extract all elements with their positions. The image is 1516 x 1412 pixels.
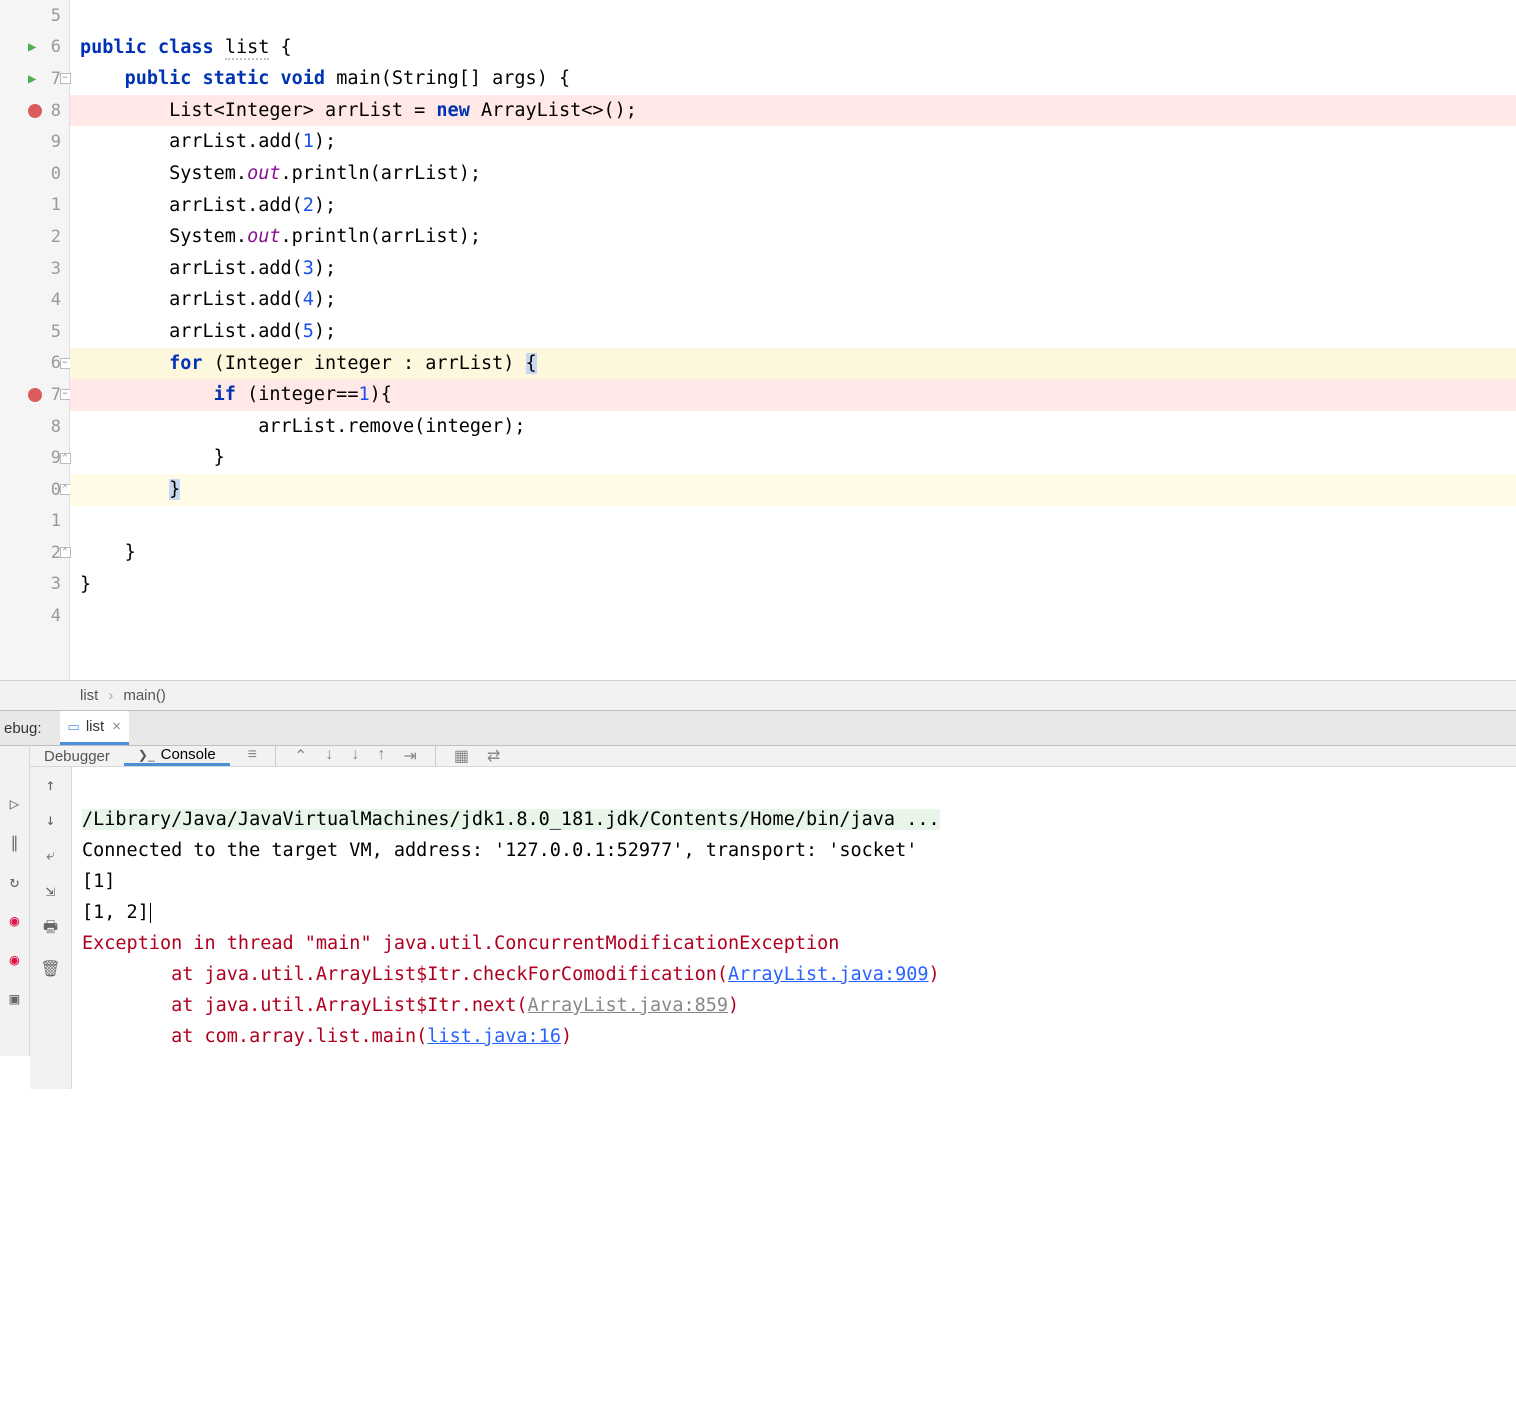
resume-icon[interactable]: ▷ bbox=[10, 794, 20, 813]
restart-icon[interactable]: ↻ bbox=[10, 872, 20, 891]
run-to-cursor-icon[interactable]: ⇥ bbox=[403, 746, 416, 766]
close-icon[interactable]: × bbox=[112, 718, 121, 735]
step-over-icon[interactable]: ⌃ bbox=[294, 746, 307, 766]
fold-icon[interactable]: − bbox=[60, 389, 71, 400]
line-number: 4 bbox=[51, 290, 61, 310]
step-into-icon[interactable]: ↓ bbox=[325, 746, 333, 766]
fold-close-icon[interactable]: ⌃ bbox=[60, 453, 71, 464]
breakpoints-icon[interactable]: ◉ bbox=[10, 950, 20, 969]
tab-console[interactable]: ❯_Console bbox=[124, 746, 230, 766]
line-number: 0 bbox=[51, 164, 61, 184]
fold-icon[interactable]: − bbox=[60, 358, 71, 369]
line-number: 1 bbox=[51, 195, 61, 215]
debug-tab-label: list bbox=[86, 718, 104, 735]
fold-close-icon[interactable]: ⌃ bbox=[60, 547, 71, 558]
gutter[interactable]: 5 ▶6 ▶7− 8 9 0 1 2 3 4 5 6− 7− 8 9⌃ 0💡⌃ … bbox=[0, 0, 70, 680]
threads-icon[interactable]: ≡ bbox=[248, 746, 257, 766]
debug-tabs: Debugger ❯_Console ≡ ⌃ ↓ ↓ ↑ ⇥ ▦ ⇄ bbox=[30, 746, 1516, 767]
tab-debugger[interactable]: Debugger bbox=[30, 746, 124, 766]
application-icon: ▭ bbox=[68, 719, 80, 735]
run-icon[interactable]: ▶ bbox=[28, 39, 36, 55]
scroll-icon[interactable]: ⇲ bbox=[46, 881, 56, 900]
camera-icon[interactable]: ▣ bbox=[10, 989, 20, 1008]
up-icon[interactable]: ↑ bbox=[46, 775, 56, 794]
evaluate-icon[interactable]: ▦ bbox=[454, 746, 469, 766]
breadcrumb-item[interactable]: list bbox=[80, 687, 98, 704]
run-icon[interactable]: ▶ bbox=[28, 71, 36, 87]
stacktrace-link[interactable]: ArrayList.java:909 bbox=[728, 964, 928, 985]
chevron-right-icon: › bbox=[108, 687, 113, 704]
line-number: 2 bbox=[51, 227, 61, 247]
line-number: 6 bbox=[51, 37, 61, 57]
line-number: 9 bbox=[51, 132, 61, 152]
java-command: /Library/Java/JavaVirtualMachines/jdk1.8… bbox=[82, 809, 940, 830]
stdout: [1] bbox=[82, 871, 115, 892]
stacktrace-link[interactable]: ArrayList.java:859 bbox=[528, 995, 728, 1016]
console-output[interactable]: /Library/Java/JavaVirtualMachines/jdk1.8… bbox=[72, 767, 1516, 1089]
step-out-icon[interactable]: ↑ bbox=[377, 746, 385, 766]
line-number: 3 bbox=[51, 574, 61, 594]
down-icon[interactable]: ↓ bbox=[46, 810, 56, 829]
fold-close-icon[interactable]: ⌃ bbox=[60, 484, 71, 495]
debug-label: ebug: bbox=[4, 720, 60, 737]
debug-config-tab[interactable]: ▭ list × bbox=[60, 711, 129, 745]
line-number: 4 bbox=[51, 606, 61, 626]
exception-header: Exception in thread "main" java.util.Con… bbox=[82, 933, 839, 954]
line-number: 8 bbox=[51, 101, 61, 121]
code-editor[interactable]: 5 ▶6 ▶7− 8 9 0 1 2 3 4 5 6− 7− 8 9⌃ 0💡⌃ … bbox=[0, 0, 1516, 680]
print-icon[interactable]: 🖶 bbox=[43, 916, 58, 943]
line-number: 1 bbox=[51, 511, 61, 531]
stacktrace-link[interactable]: list.java:16 bbox=[427, 1026, 561, 1047]
breadcrumb-item[interactable]: main() bbox=[123, 687, 166, 704]
console-toolbar: ↑ ↓ ⤶ ⇲ 🖶 🗑 bbox=[30, 767, 72, 1089]
breadcrumb[interactable]: list › main() bbox=[0, 680, 1516, 710]
stdout: [1, 2] bbox=[82, 902, 149, 923]
force-step-into-icon[interactable]: ↓ bbox=[351, 746, 359, 766]
trash-icon[interactable]: 🗑 bbox=[40, 959, 60, 978]
stop-icon[interactable]: ◉ bbox=[10, 911, 20, 930]
connect-msg: Connected to the target VM, address: '12… bbox=[82, 840, 917, 861]
breakpoint-icon[interactable] bbox=[28, 104, 42, 118]
breakpoint-icon[interactable] bbox=[28, 388, 42, 402]
settings-icon[interactable]: ⇄ bbox=[487, 746, 500, 766]
line-number: 3 bbox=[51, 259, 61, 279]
fold-icon[interactable]: − bbox=[60, 73, 71, 84]
code-content[interactable]: public class list { public static void m… bbox=[70, 0, 1516, 680]
debug-side-toolbar: ▷ ∥ ↻ ◉ ◉ ▣ bbox=[0, 746, 30, 1056]
pause-icon[interactable]: ∥ bbox=[11, 833, 19, 852]
line-number: 8 bbox=[51, 417, 61, 437]
line-number: 5 bbox=[51, 322, 61, 342]
line-number: 5 bbox=[51, 6, 61, 26]
debug-header: ebug: ▭ list × bbox=[0, 710, 1516, 746]
console-icon: ❯_ bbox=[138, 748, 155, 762]
wrap-icon[interactable]: ⤶ bbox=[46, 845, 55, 865]
